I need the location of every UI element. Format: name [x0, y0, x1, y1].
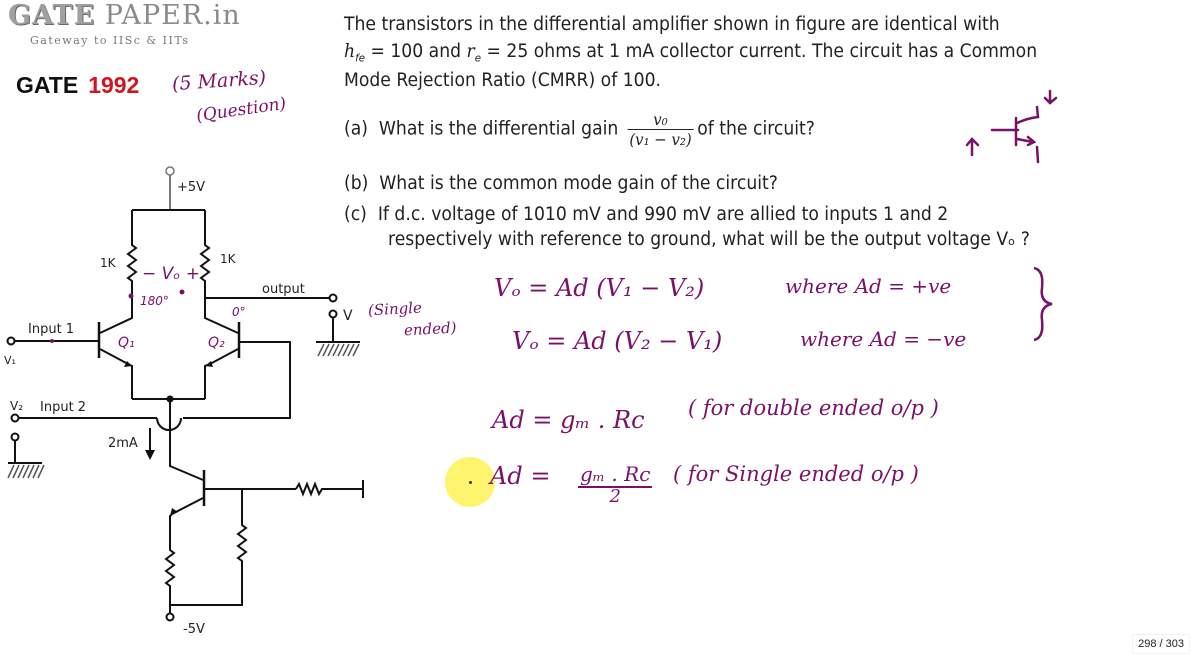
question-part-a: (a) What is the differential gain v₀ (v₁…: [344, 110, 815, 149]
equation-1: Vₒ = Ad (V₁ − V₂): [494, 274, 705, 302]
exam-year: 1992: [88, 72, 140, 98]
question-intro-line1: The transistors in the differential ampl…: [344, 14, 1000, 35]
equation-4-fraction: gₘ . Rc 2: [578, 462, 653, 507]
transistor-sketch: [965, 89, 1058, 164]
hfe-symbol: h: [344, 41, 356, 62]
v1-label: V₁: [4, 354, 16, 367]
equation-2: Vₒ = Ad (V₂ − V₁): [512, 327, 723, 355]
question-note: (Question): [195, 93, 288, 127]
equation-3-condition: ( for double ended o/p ): [688, 396, 939, 420]
differential-amplifier-circuit: +5V 1K 1K output V Input 1 V₁ Input 2 V₂…: [4, 166, 364, 637]
exam-name: GATE: [16, 72, 79, 98]
equation-4-numerator: gₘ . Rc: [578, 462, 653, 488]
equation-4-lhs: Ad =: [490, 462, 551, 490]
vo-label: V: [343, 308, 353, 324]
question-part-c: (c) If d.c. voltage of 1010 mV and 990 m…: [344, 204, 1170, 225]
marks-note: (5 Marks): [171, 66, 267, 96]
re-value: = 25 ohms at 1 mA collector current. The…: [486, 41, 1038, 62]
junction-dot: [166, 395, 174, 403]
input2-terminal: [10, 413, 20, 423]
fraction-numerator: v₀: [627, 110, 694, 130]
logo-site: PAPER.in: [95, 0, 241, 31]
part-a-suffix: of the circuit?: [697, 118, 815, 140]
ink-dot-c1: [128, 293, 134, 299]
re-subscript: e: [474, 51, 482, 65]
tail-wire: [169, 399, 204, 481]
q1-label: Q₁: [118, 335, 135, 351]
q2-label: Q₂: [208, 335, 225, 351]
input1-terminal: [6, 336, 16, 346]
sketch-emitter-arrow: [1015, 135, 1037, 147]
output-ground-hatch: [317, 343, 360, 357]
phase-180-note: 180°: [140, 294, 169, 308]
part-b-text: What is the common mode gain of the circ…: [379, 173, 778, 194]
sketch-emitter-lead: [1035, 145, 1040, 164]
fraction-denominator: (v₁ − v₂): [629, 130, 692, 149]
input2-ground-terminal: [10, 432, 20, 442]
question-part-c-line2: respectively with reference to ground, w…: [388, 229, 1030, 250]
equation-2-condition: where Ad = −ve: [800, 327, 967, 351]
question-intro-line3: Mode Rejection Ratio (CMRR) of 100.: [344, 70, 662, 91]
vee-terminal: [165, 612, 175, 622]
question-part-b: (b) What is the common mode gain of the …: [344, 173, 778, 194]
ground-terminal: [328, 309, 338, 319]
site-logo: GATE PAPER.in: [8, 0, 241, 31]
input2-ground-hatch: [7, 464, 45, 479]
single-ended-note-line2: ended): [403, 318, 457, 340]
rc2-resistor: [199, 210, 211, 315]
rc1-resistor: [126, 210, 138, 315]
page-counter: 298 / 303: [1132, 634, 1190, 654]
equation-4-denominator: 2: [609, 486, 621, 507]
bias-resistor: [295, 481, 363, 497]
rc1-label: 1K: [100, 256, 117, 270]
vee-label: -5V: [183, 622, 205, 637]
rc2-label: 1K: [220, 252, 237, 266]
input2-label: Input 2: [40, 400, 86, 415]
equation-1-condition: where Ad = +ve: [785, 274, 952, 298]
current-label: 2mA: [108, 436, 138, 451]
q2-base-wire: [183, 341, 291, 419]
q2-emitter: [204, 348, 239, 399]
input2-ground: [8, 441, 42, 464]
v2-label: V₂: [10, 399, 23, 413]
equation-4-condition: ( for Single ended o/p ): [673, 462, 919, 486]
cursor-pointer: [469, 481, 472, 484]
part-a-label: (a): [344, 118, 368, 140]
ink-dot-input1: [50, 339, 54, 343]
q3-emitter-arrow: [170, 508, 178, 516]
sketch-collector: [1015, 105, 1040, 125]
output-label: output: [262, 282, 305, 297]
part-a-text: What is the differential gain: [378, 118, 619, 140]
brace-icon: [1033, 266, 1053, 342]
part-c-line1: If d.c. voltage of 1010 mV and 990 mV ar…: [377, 204, 949, 225]
sketch-current-arrow-down: [1043, 89, 1058, 105]
logo-tagline: Gateway to IISc & IITs: [30, 34, 190, 47]
ink-dot-c2: [179, 289, 185, 295]
input1-label: Input 1: [28, 322, 74, 337]
question-intro-line2: hfe = 100 and re = 25 ohms at 1 mA colle…: [344, 41, 1037, 65]
re-symbol: r: [466, 41, 475, 62]
q1-collector: [99, 315, 133, 334]
equation-3: Ad = gₘ . Rc: [492, 406, 645, 434]
vo-differential-note: − Vₒ +: [142, 264, 200, 284]
hfe-value: = 100 and: [370, 41, 462, 62]
phase-0-note: 0°: [232, 305, 246, 319]
single-ended-note: (Single: [367, 298, 423, 320]
exam-title: GATE 1992: [16, 72, 139, 99]
vcc-terminal: [165, 166, 175, 176]
hfe-subscript: fe: [355, 51, 365, 65]
q1-emitter: [99, 348, 133, 399]
output-ground: [316, 318, 360, 343]
vcc-label: +5V: [177, 180, 205, 195]
logo-brand: GATE: [8, 0, 96, 31]
base-resistor: [170, 489, 248, 606]
differential-gain-fraction: v₀ (v₁ − v₂): [627, 110, 694, 149]
sketch-current-arrow-up: [965, 137, 980, 157]
q2-emitter-arrow: [205, 361, 213, 367]
output-terminal: [328, 293, 338, 303]
current-arrow-head: [145, 450, 155, 460]
